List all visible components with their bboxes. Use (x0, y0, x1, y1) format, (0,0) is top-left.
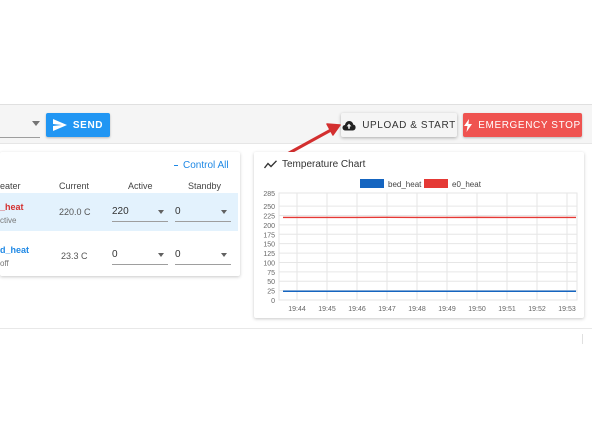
standby-temp-value: 0 (175, 249, 181, 260)
line-chart-icon (264, 160, 277, 169)
active-temp-select[interactable]: 220 (112, 204, 168, 222)
chevron-down-icon (32, 121, 40, 126)
heaters-panel: Control All eater Current Active Standby… (0, 152, 240, 276)
temperature-chart-panel: 0 25 50 75 100 125 150 175 200 225 250 285 19:44 19:4… (254, 152, 584, 318)
flash-icon (464, 118, 473, 132)
active-temp-value: 0 (112, 249, 118, 260)
column-heater: eater (0, 181, 21, 191)
x-tick-label: 19:47 (378, 306, 396, 313)
legend-swatch-bed-heat (360, 179, 384, 188)
column-standby: Standby (188, 181, 222, 191)
standby-temp-select[interactable]: 0 (175, 204, 231, 222)
emergency-stop-button[interactable]: EMERGENCY STOP (463, 113, 582, 137)
y-tick-label: 25 (267, 289, 275, 296)
y-tick-label: 250 (263, 204, 275, 211)
column-active: Active (128, 181, 153, 191)
section-divider (0, 328, 592, 329)
chart-title-label: Temperature Chart (282, 159, 366, 170)
minus-icon (174, 165, 178, 166)
control-all-button[interactable]: Control All (174, 160, 229, 171)
cloud-upload-icon (342, 120, 356, 130)
heater-current: 23.3 C (61, 251, 88, 261)
emergency-stop-label: EMERGENCY STOP (478, 119, 581, 131)
send-button[interactable]: SEND (46, 113, 110, 137)
x-tick-label: 19:46 (348, 306, 366, 313)
chevron-down-icon (158, 253, 164, 257)
y-tick-label: 50 (267, 279, 275, 286)
heater-name[interactable]: d_heat (0, 245, 29, 255)
column-current: Current (59, 181, 90, 191)
chevron-down-icon (158, 210, 164, 214)
active-temp-value: 220 (112, 206, 129, 217)
scrollbar-edge (582, 334, 583, 344)
legend-label: bed_heat (388, 180, 422, 189)
x-tick-label: 19:49 (438, 306, 456, 313)
y-tick-label: 285 (263, 191, 275, 198)
y-tick-label: 225 (263, 214, 275, 221)
heater-state: ctive (0, 216, 17, 225)
y-tick-label: 150 (263, 242, 275, 249)
x-tick-label: 19:52 (528, 306, 546, 313)
x-tick-label: 19:53 (558, 306, 576, 313)
heater-name[interactable]: _heat (0, 202, 24, 212)
active-temp-select[interactable]: 0 (112, 247, 168, 265)
legend-label: e0_heat (452, 180, 482, 189)
x-tick-label: 19:44 (288, 306, 306, 313)
y-tick-label: 175 (263, 232, 275, 239)
standby-temp-value: 0 (175, 206, 181, 217)
x-tick-label: 19:48 (408, 306, 426, 313)
y-tick-label: 100 (263, 260, 275, 267)
send-icon (52, 119, 67, 131)
legend-swatch-e0-heat (424, 179, 448, 188)
chart-title: Temperature Chart (264, 159, 365, 170)
send-label: SEND (72, 119, 104, 131)
heater-current: 220.0 C (59, 207, 91, 217)
x-tick-label: 19:50 (468, 306, 486, 313)
chevron-down-icon (221, 253, 227, 257)
x-tick-label: 19:51 (498, 306, 516, 313)
heater-row-e0: _heat ctive 220.0 C 220 0 (0, 193, 238, 231)
heater-state: off (0, 259, 9, 268)
y-tick-label: 0 (271, 298, 275, 305)
control-all-label: Control All (183, 160, 229, 171)
y-tick-label: 200 (263, 223, 275, 230)
standby-temp-select[interactable]: 0 (175, 247, 231, 265)
y-tick-label: 75 (267, 270, 275, 277)
x-tick-label: 19:45 (318, 306, 336, 313)
y-tick-label: 125 (263, 251, 275, 258)
chevron-down-icon (221, 210, 227, 214)
heater-row-bed: d_heat off 23.3 C 0 0 (0, 236, 238, 274)
gcode-select[interactable] (0, 112, 40, 138)
upload-and-start-label: UPLOAD & START (362, 119, 456, 131)
temperature-chart: 0 25 50 75 100 125 150 175 200 225 250 285 19:44 19:4… (263, 179, 578, 313)
plot-area (278, 192, 578, 301)
upload-and-start-button[interactable]: UPLOAD & START (341, 113, 457, 137)
